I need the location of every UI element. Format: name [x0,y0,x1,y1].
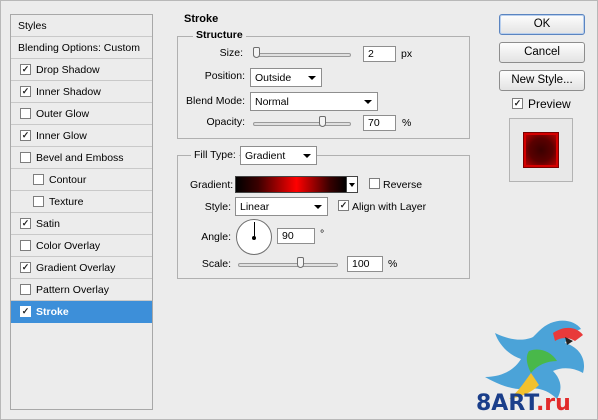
styles-list-item-label: Styles [18,19,47,32]
checkbox[interactable] [20,240,31,251]
styles-list-item-label: Inner Shadow [36,85,101,98]
styles-list-item-gradient-overlay[interactable]: Gradient Overlay [11,257,152,279]
watermark-prefix: 8ART [476,391,536,416]
fill-type-value: Gradient [245,150,286,162]
angle-input[interactable]: 90 [277,228,315,244]
styles-list-item-bevel-and-emboss[interactable]: Bevel and Emboss [11,147,152,169]
checkbox[interactable] [20,218,31,229]
reverse-label: Reverse [383,179,423,191]
opacity-input[interactable]: 70 [363,115,396,131]
styles-list-item-label: Outer Glow [36,107,90,120]
angle-label: Angle: [201,231,231,243]
reverse-checkbox[interactable] [369,178,380,189]
preview-label: Preview [528,97,571,111]
styles-list: Styles Blending Options: Custom Drop Shado… [10,14,153,410]
align-with-layer-checkbox[interactable] [338,200,349,211]
blend-mode-label: Blend Mode: [186,95,245,107]
angle-dial-icon[interactable] [236,219,272,255]
position-value: Outside [255,72,292,84]
preview-thumbnail [509,118,573,182]
scale-label: Scale: [201,258,231,270]
styles-list-item-color-overlay[interactable]: Color Overlay [11,235,152,257]
styles-list-item-inner-glow[interactable]: Inner Glow [11,125,152,147]
styles-list-item-blending-options-custom[interactable]: Blending Options: Custom [11,37,152,59]
checkbox[interactable] [33,174,44,185]
dropdown-arrow-icon [308,76,316,80]
style-label: Style: [204,201,231,213]
ok-button[interactable]: OK [499,14,585,35]
styles-list-item-label: Texture [49,195,84,208]
opacity-unit: % [402,117,412,129]
styles-list-item-drop-shadow[interactable]: Drop Shadow [11,59,152,81]
size-label: Size: [219,47,243,59]
blend-mode-value: Normal [255,96,289,108]
styles-list-item-texture[interactable]: Texture [11,191,152,213]
size-slider-thumb[interactable] [253,47,260,58]
opacity-slider[interactable] [253,122,351,126]
styles-list-item-label: Drop Shadow [36,63,100,76]
styles-list-item-label: Contour [49,173,87,186]
opacity-label: Opacity: [206,116,245,128]
scale-unit: % [388,258,398,270]
angle-unit: ° [320,228,325,240]
styles-list-item-stroke[interactable]: Stroke [11,301,152,323]
opacity-slider-thumb[interactable] [319,116,326,127]
styles-list-item-label: Inner Glow [36,129,87,142]
fill-type-dropdown[interactable]: Gradient [240,146,317,165]
checkbox[interactable] [20,152,31,163]
blend-mode-dropdown[interactable]: Normal [250,92,378,111]
styles-list-item-outer-glow[interactable]: Outer Glow [11,103,152,125]
styles-list-item-label: Blending Options: Custom [18,41,140,54]
styles-list-item-label: Stroke [36,305,69,318]
gradient-label: Gradient: [190,179,234,191]
styles-list-item-label: Pattern Overlay [36,283,109,296]
gradient-picker[interactable] [235,176,347,193]
size-unit: px [401,48,413,60]
angle-center [252,236,256,240]
fill-type-label: Fill Type: [191,149,239,161]
scale-input[interactable]: 100 [347,256,383,272]
checkbox[interactable] [20,262,31,273]
dropdown-arrow-icon [364,100,372,104]
dropdown-arrow-icon [314,205,322,209]
layer-style-dialog: Styles Blending Options: Custom Drop Shado… [0,0,598,420]
position-label: Position: [204,70,245,82]
styles-list-item-label: Satin [36,217,60,230]
styles-list-item-label: Color Overlay [36,239,101,252]
styles-list-item-label: Bevel and Emboss [36,151,124,164]
gradient-dropdown-arrow-icon[interactable] [346,176,358,193]
new-style-button[interactable]: New Style... [499,70,585,91]
checkbox[interactable] [20,284,31,295]
preview-checkbox[interactable] [512,98,523,109]
checkbox[interactable] [20,306,31,317]
checkbox[interactable] [20,130,31,141]
styles-list-item-pattern-overlay[interactable]: Pattern Overlay [11,279,152,301]
style-value: Linear [240,201,270,213]
watermark-suffix: .ru [535,391,571,416]
styles-list-item-contour[interactable]: Contour [11,169,152,191]
styles-list-item-satin[interactable]: Satin [11,213,152,235]
cancel-button[interactable]: Cancel [499,42,585,63]
size-input[interactable]: 2 [363,46,396,62]
scale-slider[interactable] [238,263,338,267]
position-dropdown[interactable]: Outside [250,68,322,87]
style-dropdown[interactable]: Linear [235,197,328,216]
panel-title: Stroke [184,13,219,25]
checkbox[interactable] [33,196,44,207]
checkbox[interactable] [20,108,31,119]
checkbox[interactable] [20,86,31,97]
scale-slider-thumb[interactable] [297,257,304,268]
align-with-layer-label: Align with Layer [352,201,427,213]
dropdown-arrow-icon [303,154,311,158]
styles-list-item-label: Gradient Overlay [36,261,116,274]
checkbox[interactable] [20,64,31,75]
size-slider[interactable] [253,53,351,57]
watermark-text: 8ART.ru [476,391,571,416]
styles-list-item-styles[interactable]: Styles [11,15,152,37]
preview-swatch [524,133,558,167]
styles-list-item-inner-shadow[interactable]: Inner Shadow [11,81,152,103]
structure-legend: Structure [193,29,246,41]
